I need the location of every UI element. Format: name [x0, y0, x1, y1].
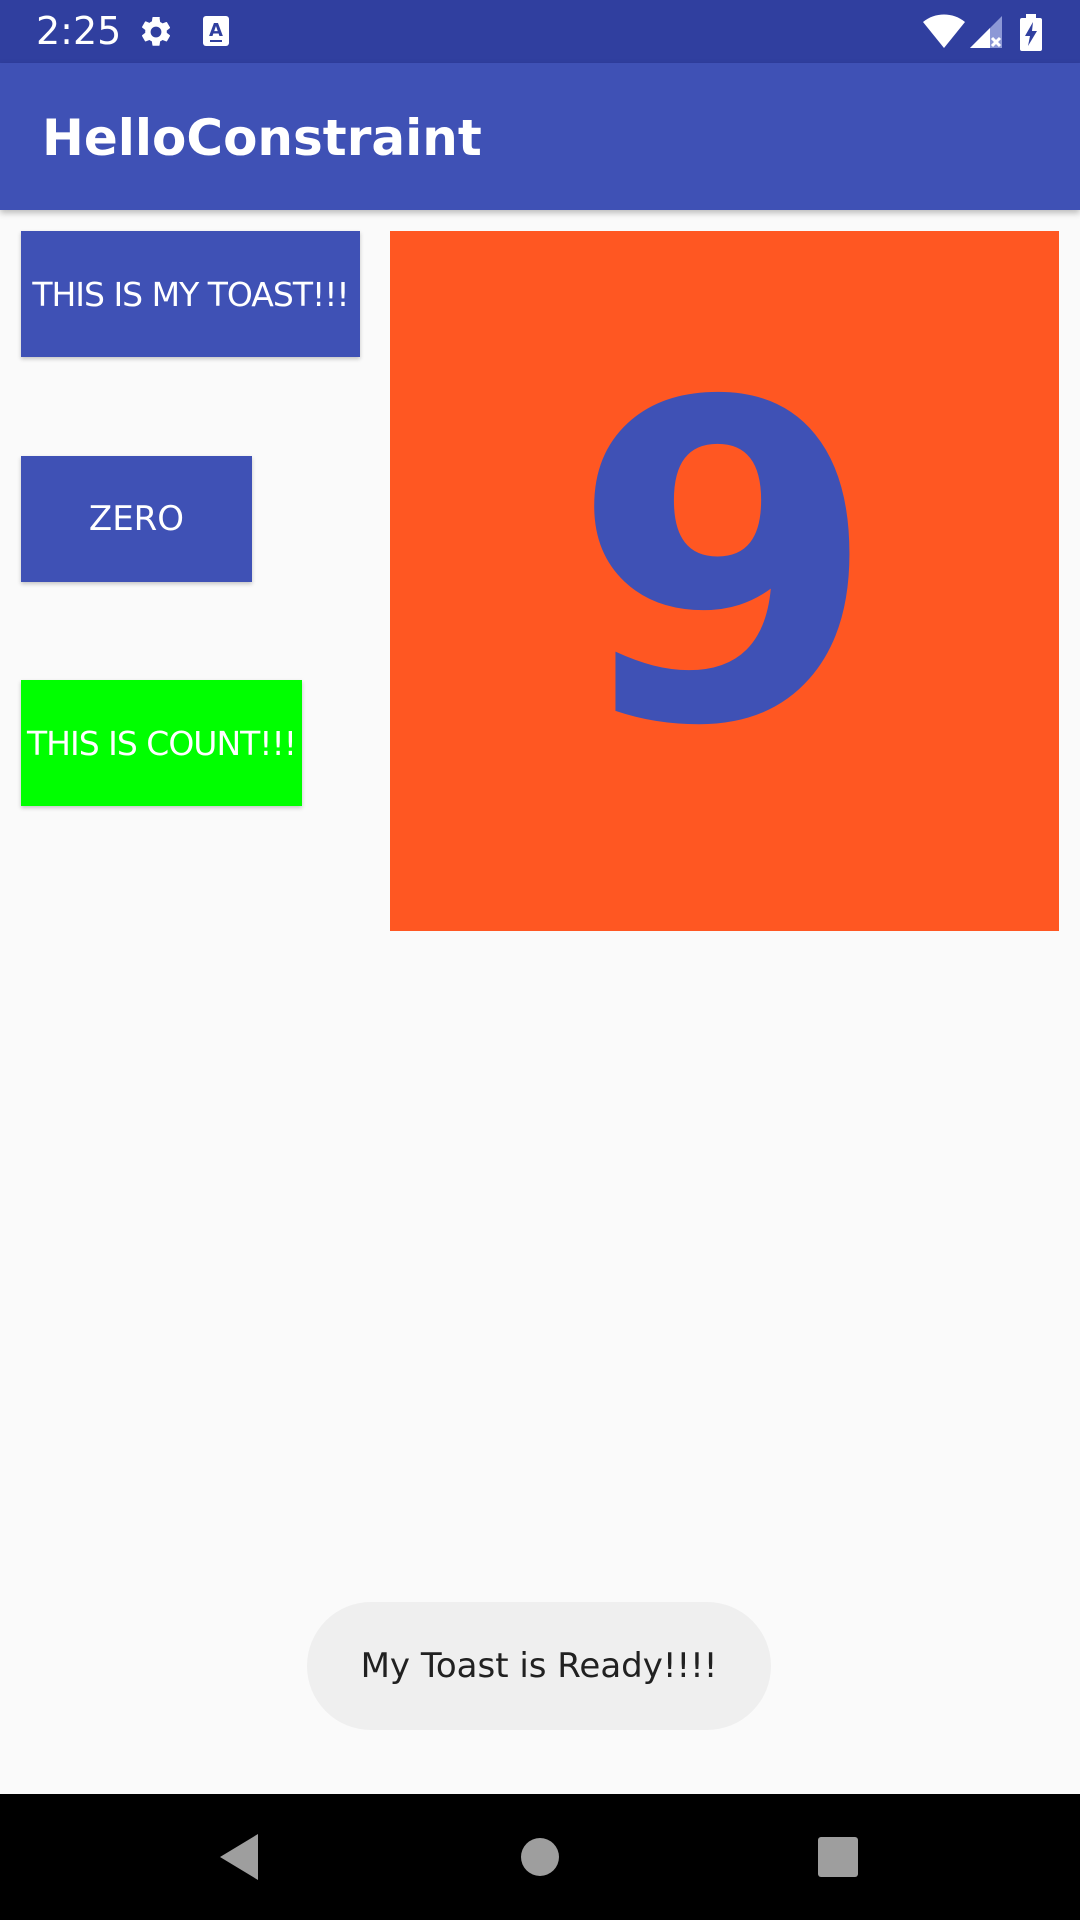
- count-display: 9: [390, 231, 1059, 931]
- toast-button-label: THIS IS MY TOAST!!!: [32, 274, 349, 314]
- signal-icon: [968, 14, 1004, 55]
- count-button[interactable]: THIS IS COUNT!!!: [21, 680, 302, 806]
- zero-button-label: ZERO: [88, 499, 185, 539]
- app-title: HelloConstraint: [42, 109, 482, 167]
- wifi-icon: [922, 14, 966, 55]
- app-bar: HelloConstraint: [0, 63, 1080, 210]
- app-screen: 2:25 A HelloConstraint THIS IS MY TOAST!…: [0, 0, 1080, 1920]
- back-icon[interactable]: [206, 1824, 272, 1890]
- count-button-label: THIS IS COUNT!!!: [26, 723, 297, 763]
- status-time: 2:25: [36, 9, 122, 53]
- toast-text: My Toast is Ready!!!!: [360, 1646, 718, 1686]
- keyboard-a-icon: A: [200, 14, 232, 53]
- gear-icon: [138, 14, 174, 55]
- count-value: 9: [571, 310, 878, 822]
- zero-button[interactable]: ZERO: [21, 456, 252, 582]
- svg-text:A: A: [209, 20, 223, 41]
- battery-charging-icon: [1018, 14, 1044, 57]
- toast-button[interactable]: THIS IS MY TOAST!!!: [21, 231, 360, 357]
- navigation-bar: [0, 1794, 1080, 1920]
- home-icon[interactable]: [507, 1824, 573, 1890]
- toast-message: My Toast is Ready!!!!: [307, 1602, 771, 1730]
- status-bar: 2:25 A: [0, 0, 1080, 63]
- recents-icon[interactable]: [805, 1824, 871, 1890]
